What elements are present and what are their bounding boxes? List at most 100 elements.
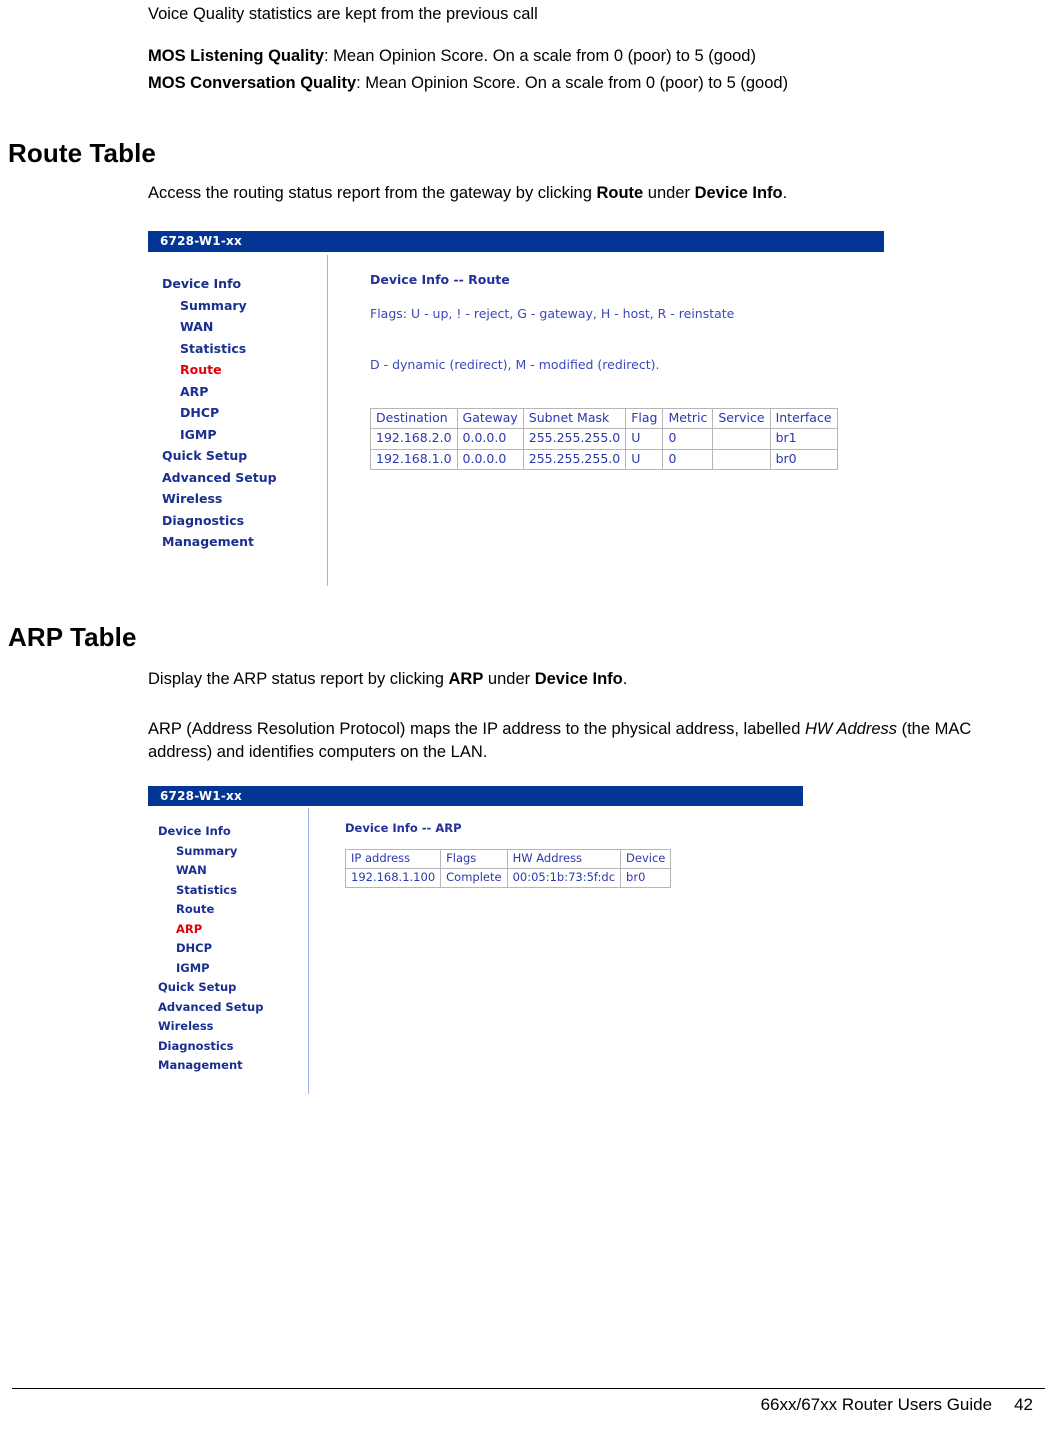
arp-screenshot-sidebar-nav: Device Info Summary WAN Statistics Route…: [158, 825, 308, 1072]
route-col-subnet-mask: Subnet Mask: [522, 407, 627, 430]
route-intro-prefix: Access the routing status report from th…: [148, 184, 597, 202]
route-cell-service: [712, 428, 771, 450]
route-cell-destination: 192.168.1.0: [370, 448, 458, 471]
sidebar-item-summary[interactable]: Summary: [158, 845, 308, 858]
sidebar-item-summary[interactable]: Summary: [162, 299, 322, 313]
route-intro-bold-device-info: Device Info: [694, 184, 783, 202]
arp-intro-paragraph: Display the ARP status report by clickin…: [148, 668, 1028, 691]
arp-intro-mid: under: [483, 670, 535, 688]
arp-table: IP address Flags HW Address Device 192.1…: [344, 848, 672, 889]
route-panel-title: Device Info -- Route: [370, 272, 510, 287]
sidebar-item-wireless[interactable]: Wireless: [162, 492, 322, 506]
route-col-interface: Interface: [769, 407, 838, 430]
sidebar-item-advanced-setup[interactable]: Advanced Setup: [158, 1001, 308, 1014]
sidebar-item-management[interactable]: Management: [158, 1059, 308, 1072]
arp-panel-title: Device Info -- ARP: [345, 821, 462, 835]
route-cell-gateway: 0.0.0.0: [456, 428, 524, 450]
mos-definitions: MOS Listening Quality: Mean Opinion Scor…: [148, 45, 1028, 96]
arp-col-ip-address: IP address: [344, 848, 442, 870]
arp-cell-flags: Complete: [440, 868, 508, 889]
arp-intro-bold-arp: ARP: [448, 670, 484, 688]
route-cell-interface: br1: [769, 428, 838, 450]
sidebar-item-statistics[interactable]: Statistics: [158, 884, 308, 897]
sidebar-item-arp[interactable]: ARP: [162, 385, 322, 399]
route-intro-mid: under: [643, 184, 695, 202]
route-screenshot: 6728-W1-xx Device Info Summary WAN Stati…: [148, 231, 884, 586]
mos-conversation-line: MOS Conversation Quality: Mean Opinion S…: [148, 72, 1028, 95]
sidebar-item-dhcp[interactable]: DHCP: [162, 406, 322, 420]
arp-description-paragraph: ARP (Address Resolution Protocol) maps t…: [148, 718, 1028, 765]
arp-col-flags: Flags: [440, 848, 508, 870]
arp-col-hw-address: HW Address: [506, 848, 622, 870]
route-col-flag: Flag: [625, 407, 664, 430]
mos-listening-line: MOS Listening Quality: Mean Opinion Scor…: [148, 45, 1028, 68]
footer-guide-title: 66xx/67xx Router Users Guide: [760, 1395, 993, 1414]
route-table-header-row: Destination Gateway Subnet Mask Flag Met…: [370, 407, 838, 430]
arp-cell-hw-address: 00:05:1b:73:5f:dc: [506, 868, 622, 889]
sidebar-item-route[interactable]: Route: [162, 363, 322, 377]
sidebar-item-device-info[interactable]: Device Info: [162, 277, 322, 291]
route-cell-metric: 0: [662, 428, 714, 450]
route-col-gateway: Gateway: [456, 407, 524, 430]
sidebar-item-quick-setup[interactable]: Quick Setup: [158, 981, 308, 994]
route-flags-line-1: Flags: U - up, ! - reject, G - gateway, …: [370, 306, 735, 321]
table-row: 192.168.2.0 0.0.0.0 255.255.255.0 U 0 br…: [370, 428, 838, 450]
arp-col-device: Device: [620, 848, 672, 870]
arp-screenshot: 6728-W1-xx Device Info Summary WAN Stati…: [148, 786, 803, 1094]
intro-paragraph: Voice Quality statistics are kept from t…: [148, 3, 1008, 26]
arp-desc-prefix: ARP (Address Resolution Protocol) maps t…: [148, 720, 805, 738]
footer-page-number: 42: [1014, 1395, 1033, 1414]
route-cell-subnet-mask: 255.255.255.0: [522, 428, 627, 450]
route-col-service: Service: [712, 407, 771, 430]
sidebar-item-route[interactable]: Route: [158, 903, 308, 916]
arp-table-heading: ARP Table: [8, 622, 137, 652]
arp-cell-device: br0: [620, 868, 672, 889]
route-cell-flag: U: [625, 448, 664, 471]
sidebar-item-quick-setup[interactable]: Quick Setup: [162, 449, 322, 463]
route-cell-flag: U: [625, 428, 664, 450]
mos-listening-text: : Mean Opinion Score. On a scale from 0 …: [324, 47, 756, 65]
route-cell-subnet-mask: 255.255.255.0: [522, 448, 627, 471]
route-intro-bold-route: Route: [596, 184, 644, 202]
mos-listening-label: MOS Listening Quality: [148, 47, 325, 65]
route-cell-service: [712, 448, 771, 471]
sidebar-item-wan[interactable]: WAN: [162, 320, 322, 334]
route-screenshot-titlebar: 6728-W1-xx: [148, 231, 884, 252]
mos-conversation-label: MOS Conversation Quality: [148, 74, 357, 93]
sidebar-item-arp[interactable]: ARP: [158, 923, 308, 936]
route-cell-metric: 0: [662, 448, 714, 471]
intro-line: Voice Quality statistics are kept from t…: [148, 5, 538, 23]
route-col-metric: Metric: [662, 407, 714, 430]
sidebar-item-wan[interactable]: WAN: [158, 864, 308, 877]
route-screenshot-sidebar-nav: Device Info Summary WAN Statistics Route…: [162, 277, 322, 549]
route-flags-line-2: D - dynamic (redirect), M - modified (re…: [370, 357, 660, 372]
sidebar-item-statistics[interactable]: Statistics: [162, 342, 322, 356]
arp-desc-italic-hw-address: HW Address: [805, 720, 897, 738]
sidebar-item-diagnostics[interactable]: Diagnostics: [162, 514, 322, 528]
arp-intro-prefix: Display the ARP status report by clickin…: [148, 670, 449, 688]
sidebar-item-diagnostics[interactable]: Diagnostics: [158, 1040, 308, 1053]
arp-screenshot-titlebar: 6728-W1-xx: [148, 786, 803, 806]
arp-cell-ip-address: 192.168.1.100: [344, 868, 442, 889]
arp-screenshot-vertical-divider: [308, 808, 309, 1094]
arp-table-header-row: IP address Flags HW Address Device: [344, 848, 672, 870]
route-table: Destination Gateway Subnet Mask Flag Met…: [370, 407, 838, 471]
mos-conversation-text: : Mean Opinion Score. On a scale from 0 …: [356, 74, 789, 93]
route-col-destination: Destination: [370, 407, 458, 430]
sidebar-item-igmp[interactable]: IGMP: [162, 428, 322, 442]
sidebar-item-management[interactable]: Management: [162, 535, 322, 549]
sidebar-item-wireless[interactable]: Wireless: [158, 1020, 308, 1033]
table-row: 192.168.1.100 Complete 00:05:1b:73:5f:dc…: [344, 868, 672, 889]
sidebar-item-dhcp[interactable]: DHCP: [158, 942, 308, 955]
table-row: 192.168.1.0 0.0.0.0 255.255.255.0 U 0 br…: [370, 448, 838, 471]
route-cell-destination: 192.168.2.0: [370, 428, 458, 450]
footer-divider: [12, 1388, 1045, 1389]
sidebar-item-advanced-setup[interactable]: Advanced Setup: [162, 471, 322, 485]
route-cell-interface: br0: [769, 448, 838, 471]
route-cell-gateway: 0.0.0.0: [456, 448, 524, 471]
route-table-heading: Route Table: [8, 138, 156, 168]
arp-intro-bold-device-info: Device Info: [534, 670, 623, 688]
sidebar-item-igmp[interactable]: IGMP: [158, 962, 308, 975]
sidebar-item-device-info[interactable]: Device Info: [158, 825, 308, 838]
arp-intro-suffix: .: [622, 670, 628, 688]
